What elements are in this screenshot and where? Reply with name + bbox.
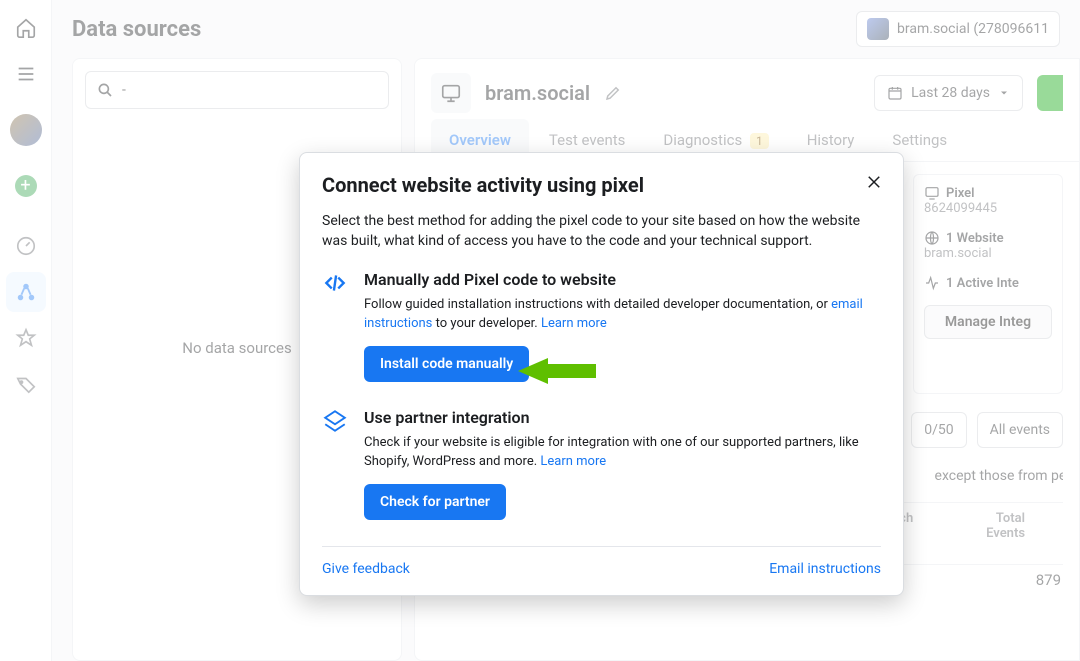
method-manual-text: Follow guided installation instructions … <box>364 295 881 334</box>
method-manual: Manually add Pixel code to website Follo… <box>322 270 881 382</box>
install-code-manually-button[interactable]: Install code manually <box>364 346 529 382</box>
email-instructions-footer-link[interactable]: Email instructions <box>769 561 881 577</box>
learn-more-partner-link[interactable]: Learn more <box>540 454 606 469</box>
code-brackets-icon <box>322 270 350 382</box>
modal-close-button[interactable] <box>859 167 889 197</box>
modal-footer: Give feedback Email instructions <box>322 546 881 577</box>
method-partner-title: Use partner integration <box>364 408 881 427</box>
partner-integration-icon <box>322 408 350 520</box>
modal-title: Connect website activity using pixel <box>322 173 881 197</box>
connect-pixel-modal: Connect website activity using pixel Sel… <box>299 152 904 596</box>
modal-description: Select the best method for adding the pi… <box>322 211 881 252</box>
give-feedback-link[interactable]: Give feedback <box>322 561 410 577</box>
method-partner-text: Check if your website is eligible for in… <box>364 433 881 472</box>
learn-more-manual-link[interactable]: Learn more <box>541 316 607 331</box>
close-icon <box>865 173 883 191</box>
check-for-partner-button[interactable]: Check for partner <box>364 484 506 520</box>
method-manual-title: Manually add Pixel code to website <box>364 270 881 289</box>
annotation-arrow-icon <box>518 354 596 388</box>
method-partner: Use partner integration Check if your we… <box>322 408 881 520</box>
